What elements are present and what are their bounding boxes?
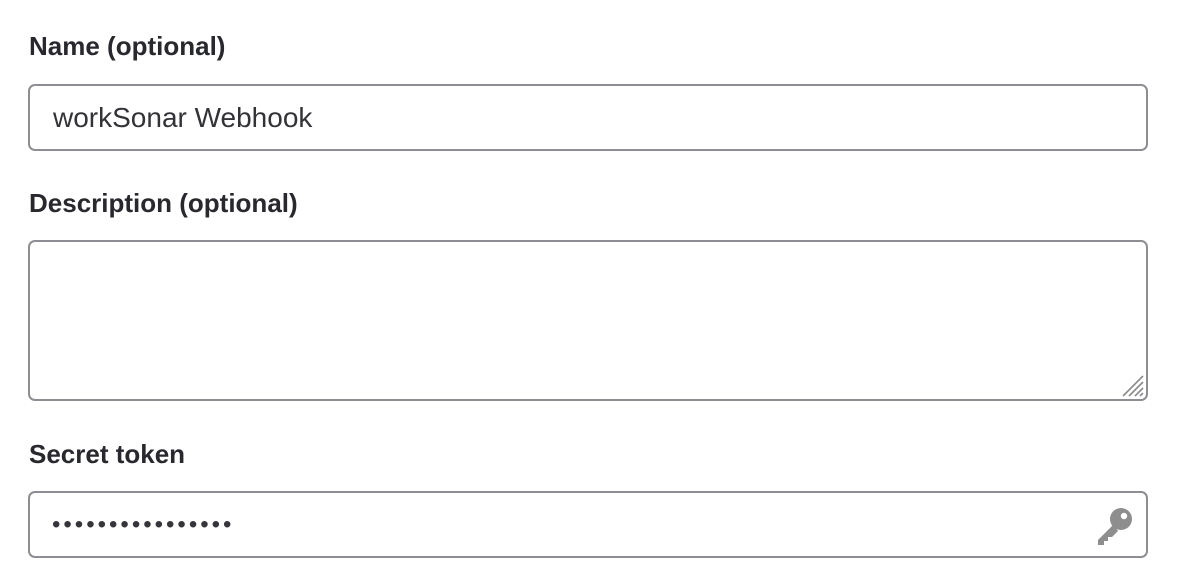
secret-token-input[interactable]: •••••••••••••••• [28,491,1148,558]
webhook-form: Name (optional) workSonar Webhook Descri… [0,0,1198,588]
secret-token-label: Secret token [29,439,186,469]
name-input-value: workSonar Webhook [53,102,313,133]
description-label: Description (optional) [29,188,298,218]
name-input[interactable]: workSonar Webhook [28,84,1148,151]
secret-token-masked-value: •••••••••••••••• [52,511,235,538]
description-textarea[interactable] [28,240,1148,401]
name-label: Name (optional) [29,31,226,61]
key-icon[interactable] [1092,504,1136,548]
resize-grip-icon[interactable] [1119,372,1145,398]
